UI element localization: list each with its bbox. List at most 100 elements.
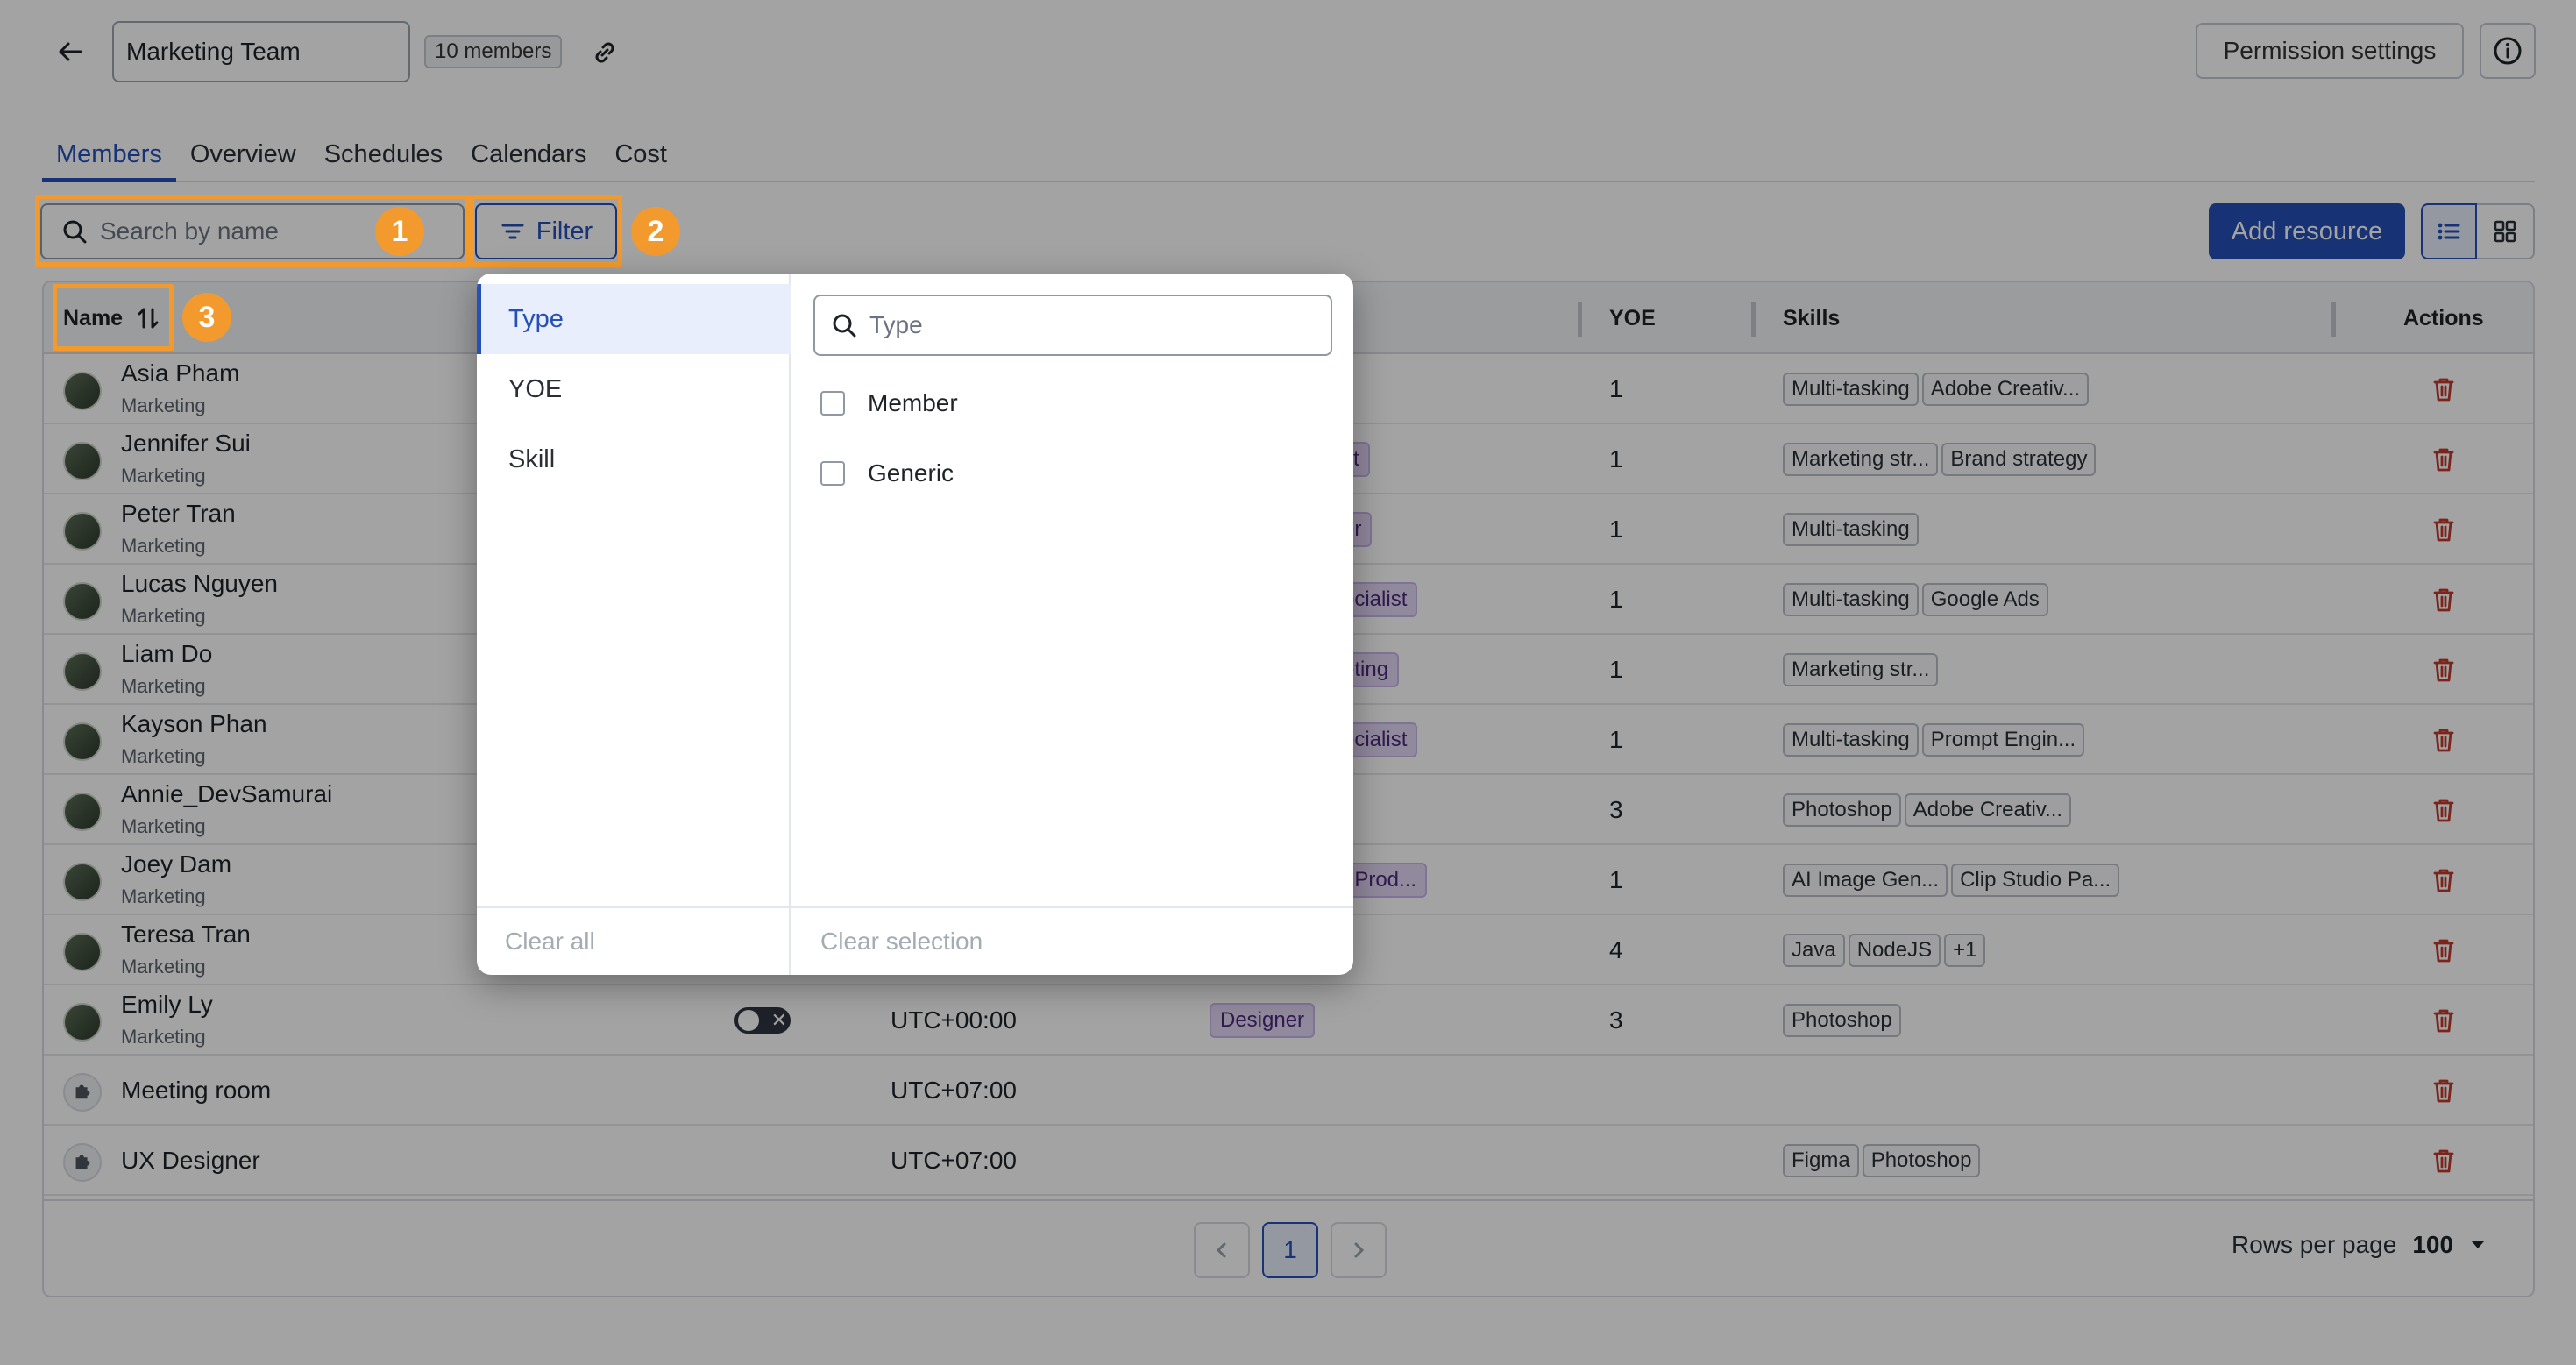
resource-name: UX Designer	[121, 1147, 260, 1174]
column-resizer[interactable]	[1578, 302, 1582, 337]
next-page-button[interactable]	[1331, 1222, 1387, 1278]
rows-per-page[interactable]: Rows per page 100	[2232, 1231, 2487, 1259]
trash-icon	[2428, 939, 2459, 970]
checkbox[interactable]	[820, 461, 845, 486]
skill-tag: NodeJS	[1848, 934, 1941, 967]
skill-tag: Multi-tasking	[1783, 583, 1919, 616]
skills-column-header[interactable]: Skills	[1783, 282, 1840, 354]
avatar	[63, 793, 102, 831]
list-icon	[2438, 223, 2460, 240]
table-row[interactable]: UX Designer UTC+07:00 Figma Photoshop	[44, 1126, 2533, 1196]
delete-button[interactable]	[2428, 794, 2459, 826]
filter-option-label: Member	[868, 389, 958, 416]
caret-down-icon	[2472, 1241, 2485, 1248]
member-name: Jennifer Sui	[121, 430, 251, 457]
avatar	[63, 933, 102, 971]
skill-tag: Clip Studio Pa...	[1951, 864, 2120, 897]
trash-icon	[2428, 588, 2459, 619]
team-name-input[interactable]: Marketing Team	[112, 21, 410, 82]
skill-tag: +1	[1944, 934, 1986, 967]
member-name: Emily Ly	[121, 991, 213, 1018]
name-column-header[interactable]: Name	[63, 282, 161, 354]
skill-tag: Photoshop	[1783, 793, 1901, 827]
puzzle-icon	[71, 1079, 94, 1106]
skill-tag: Photoshop	[1862, 1144, 1981, 1177]
availability-toggle[interactable]: ✕	[734, 1007, 791, 1034]
filter-icon	[501, 224, 524, 239]
page-button[interactable]: 1	[1262, 1222, 1318, 1278]
tab-calendars[interactable]: Calendars	[457, 132, 600, 182]
grid-view-toggle[interactable]	[2477, 203, 2535, 259]
tab-cost[interactable]: Cost	[600, 132, 681, 182]
filter-panel: Type YOE Skill Type Member Generic Clear…	[477, 274, 1353, 975]
timezone: UTC+07:00	[891, 1147, 1017, 1174]
member-name: Kayson Phan	[121, 710, 267, 737]
skill-tag: Marketing str...	[1783, 443, 1939, 476]
add-resource-button[interactable]: Add resource	[2209, 203, 2405, 259]
tab-schedules[interactable]: Schedules	[310, 132, 457, 182]
skill-tag: Google Ads	[1921, 583, 2048, 616]
filter-option-member[interactable]: Member	[820, 377, 958, 430]
delete-button[interactable]	[2428, 1005, 2459, 1036]
info-button[interactable]	[2480, 23, 2536, 79]
skill-tag: Brand strategy	[1941, 443, 2097, 476]
clear-selection-button[interactable]: Clear selection	[820, 928, 983, 956]
tab-overview[interactable]: Overview	[176, 132, 310, 182]
yoe-value: 1	[1609, 866, 1623, 893]
avatar	[63, 1003, 102, 1042]
resource-name: Meeting room	[121, 1077, 272, 1104]
tab-members[interactable]: Members	[42, 132, 176, 182]
delete-button[interactable]	[2428, 514, 2459, 545]
delete-button[interactable]	[2428, 1145, 2459, 1177]
delete-button[interactable]	[2428, 724, 2459, 756]
member-department: Marketing	[121, 815, 206, 837]
member-name: Joey Dam	[121, 850, 232, 878]
clear-all-button[interactable]: Clear all	[505, 928, 595, 956]
role-tag: Designer	[1210, 1003, 1316, 1038]
member-department: Marketing	[121, 745, 206, 767]
table-footer: 1 Rows per page 100	[44, 1199, 2533, 1296]
table-row[interactable]: Emily Ly Marketing ✕ UTC+00:00 Designer 3 Phot…	[44, 985, 2533, 1056]
prev-page-button[interactable]	[1194, 1222, 1250, 1278]
filter-search-input[interactable]: Type	[813, 295, 1332, 356]
avatar	[63, 372, 102, 410]
yoe-value: 3	[1609, 1006, 1623, 1034]
yoe-column-header[interactable]: YOE	[1609, 282, 1656, 354]
delete-button[interactable]	[2428, 654, 2459, 686]
delete-button[interactable]	[2428, 935, 2459, 966]
delete-button[interactable]	[2428, 373, 2459, 405]
filter-category-type[interactable]: Type	[477, 284, 791, 354]
rows-per-page-value: 100	[2412, 1231, 2454, 1258]
member-name: Teresa Tran	[121, 921, 251, 948]
annotation-marker-1: 1	[375, 207, 424, 256]
filter-button[interactable]: Filter	[475, 203, 617, 259]
delete-button[interactable]	[2428, 584, 2459, 615]
back-button[interactable]	[49, 33, 91, 70]
skill-tag: Figma	[1783, 1144, 1859, 1177]
permission-settings-button[interactable]: Permission settings	[2196, 23, 2464, 79]
search-icon	[63, 220, 87, 244]
column-resizer[interactable]	[1751, 302, 1756, 337]
yoe-value: 1	[1609, 445, 1623, 473]
delete-button[interactable]	[2428, 444, 2459, 475]
trash-icon	[2428, 729, 2459, 759]
table-row[interactable]: Meeting room UTC+07:00	[44, 1056, 2533, 1126]
skill-tag: Prompt Engin...	[1921, 723, 2085, 757]
skill-tag: Photoshop	[1783, 1004, 1901, 1037]
avatar	[63, 582, 102, 621]
skill-tag: Adobe Creativ...	[1921, 373, 2090, 406]
checkbox[interactable]	[820, 391, 845, 416]
column-resizer[interactable]	[2331, 302, 2336, 337]
filter-category-yoe[interactable]: YOE	[477, 354, 791, 424]
filter-option-generic[interactable]: Generic	[820, 447, 954, 500]
delete-button[interactable]	[2428, 1075, 2459, 1106]
annotation-marker-2: 2	[631, 207, 680, 256]
arrow-left-icon	[59, 42, 82, 61]
trash-icon	[2428, 378, 2459, 409]
copy-link-button[interactable]	[584, 33, 626, 72]
member-department: Marketing	[121, 535, 206, 557]
filter-category-skill[interactable]: Skill	[477, 424, 791, 494]
list-view-toggle[interactable]	[2421, 203, 2477, 259]
filter-category-list: Type YOE Skill	[477, 274, 791, 975]
delete-button[interactable]	[2428, 864, 2459, 896]
